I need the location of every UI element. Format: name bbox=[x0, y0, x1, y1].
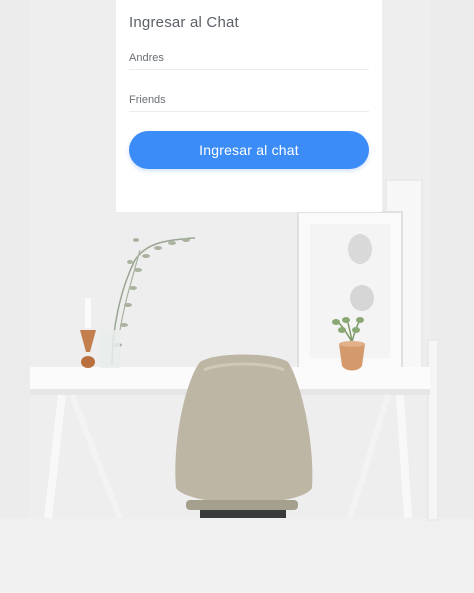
enter-chat-button[interactable]: Ingresar al chat bbox=[129, 131, 369, 169]
chair bbox=[175, 354, 313, 518]
username-input[interactable] bbox=[129, 52, 369, 70]
login-card: Ingresar al Chat Ingresar al chat bbox=[116, 0, 382, 212]
room-input[interactable] bbox=[129, 94, 369, 112]
login-title: Ingresar al Chat bbox=[129, 14, 239, 31]
